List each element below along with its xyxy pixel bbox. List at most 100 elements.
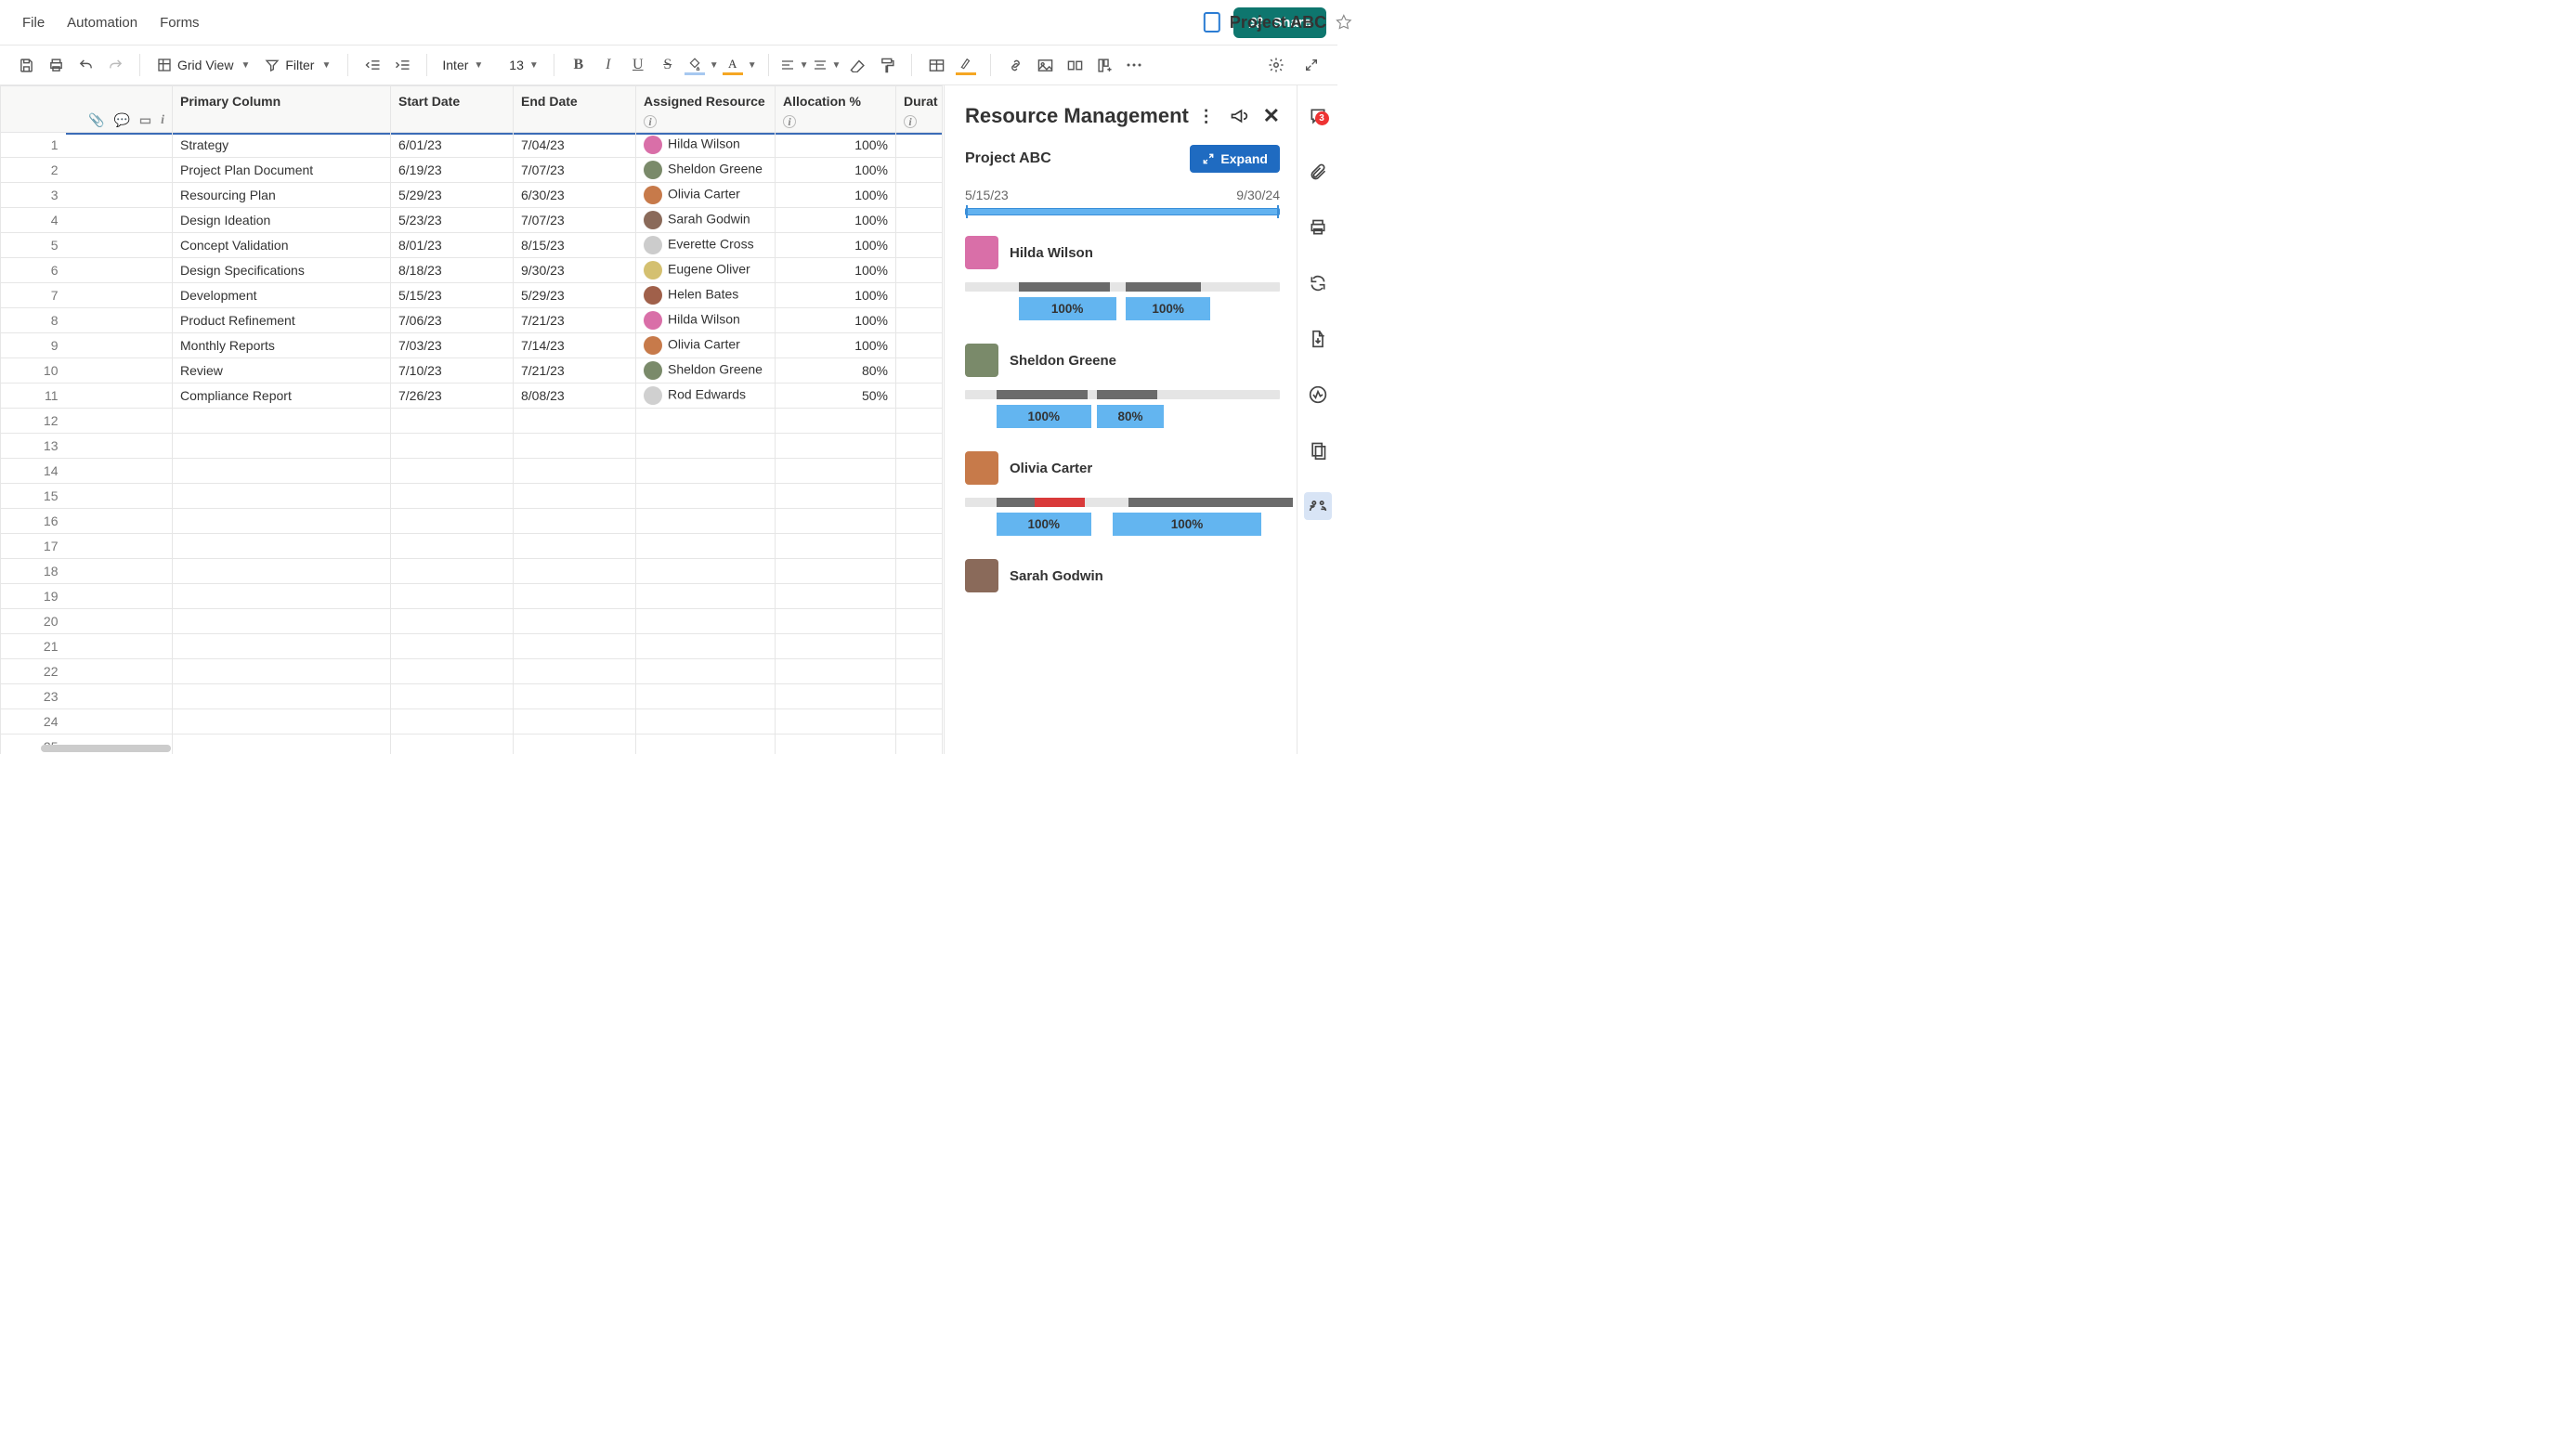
table-row[interactable]: 1 Strategy 6/01/23 7/04/23 Hilda Wilson … [1, 133, 943, 158]
comments-icon[interactable]: 3 [1304, 102, 1332, 130]
doc-title[interactable]: Project ABC [1230, 13, 1326, 32]
bold-icon[interactable]: B [566, 52, 592, 78]
refresh-icon[interactable] [1304, 269, 1332, 297]
comment-col-icon[interactable]: 💬 [113, 112, 129, 128]
expand-button[interactable]: Expand [1190, 145, 1280, 173]
attachments-icon[interactable] [1304, 158, 1332, 186]
format-paint-icon[interactable] [874, 52, 900, 78]
highlight-icon[interactable] [953, 52, 979, 78]
col-alloc[interactable]: Allocation %i [776, 86, 896, 133]
table-row[interactable]: 8 Product Refinement 7/06/23 7/21/23 Hil… [1, 308, 943, 333]
print-icon[interactable] [43, 52, 69, 78]
allocation-track [965, 282, 1280, 292]
align-v[interactable]: ▼ [813, 58, 841, 72]
fill-color[interactable]: ▼ [685, 55, 719, 75]
italic-icon[interactable]: I [595, 52, 621, 78]
font-size[interactable]: 13▼ [505, 56, 541, 74]
document-icon [1204, 12, 1220, 32]
outdent-icon[interactable] [359, 52, 385, 78]
menu-automation[interactable]: Automation [56, 9, 149, 36]
link-icon[interactable] [1002, 52, 1028, 78]
save-icon[interactable] [13, 52, 39, 78]
col-start[interactable]: Start Date [391, 86, 514, 133]
table-row[interactable]: 4 Design Ideation 5/23/23 7/07/23 Sarah … [1, 208, 943, 233]
table-row[interactable]: 22 [1, 659, 943, 684]
print-rail-icon[interactable] [1304, 214, 1332, 241]
table-row[interactable]: 19 [1, 584, 943, 609]
view-selector[interactable]: Grid View▼ [151, 54, 255, 76]
allocation-chip: 100% [1019, 297, 1116, 320]
panel-title: Resource Management [965, 104, 1198, 128]
resource-block: Sheldon Greene 100%80% [965, 344, 1280, 431]
text-color[interactable]: A▼ [723, 55, 757, 75]
table-row[interactable]: 9 Monthly Reports 7/03/23 7/14/23 Olivia… [1, 333, 943, 358]
menu-forms[interactable]: Forms [149, 9, 211, 36]
font-select[interactable]: Inter▼ [438, 56, 487, 74]
menu-bar: File Automation Forms Project ABC Share [0, 0, 1337, 45]
activity-icon[interactable] [1304, 381, 1332, 409]
table-row[interactable]: 15 [1, 484, 943, 509]
table-row[interactable]: 17 [1, 534, 943, 559]
info-i-icon[interactable]: i [161, 113, 164, 128]
col-end[interactable]: End Date [514, 86, 636, 133]
table-row[interactable]: 3 Resourcing Plan 5/29/23 6/30/23 Olivia… [1, 183, 943, 208]
star-icon[interactable] [1336, 14, 1352, 31]
resource-icon[interactable] [1304, 492, 1332, 520]
table-row[interactable]: 12 [1, 409, 943, 434]
allocation-chip: 100% [997, 405, 1091, 428]
cell-format-icon[interactable] [923, 52, 949, 78]
underline-icon[interactable]: U [625, 52, 651, 78]
table-row[interactable]: 14 [1, 459, 943, 484]
table-row[interactable]: 2 Project Plan Document 6/19/23 7/07/23 … [1, 158, 943, 183]
avatar [965, 236, 998, 269]
redo-icon[interactable] [102, 52, 128, 78]
table-row[interactable]: 6 Design Specifications 8/18/23 9/30/23 … [1, 258, 943, 283]
export-icon[interactable] [1304, 325, 1332, 353]
close-icon[interactable]: ✕ [1263, 104, 1280, 128]
panel-project: Project ABC [965, 150, 1190, 167]
toolbar: Grid View▼ Filter▼ Inter▼ 13▼ B I U S ▼ … [0, 45, 1337, 85]
strike-icon[interactable]: S [655, 52, 681, 78]
allocation-chip: 100% [997, 513, 1091, 536]
clipboard-icon[interactable] [1304, 436, 1332, 464]
resource-block: Sarah Godwin [965, 559, 1280, 592]
table-row[interactable]: 18 [1, 559, 943, 584]
column-icon[interactable] [1091, 52, 1117, 78]
indent-icon[interactable] [389, 52, 415, 78]
image-icon[interactable] [1032, 52, 1058, 78]
insert-icon[interactable] [1062, 52, 1088, 78]
settings-icon[interactable] [1263, 52, 1289, 78]
table-row[interactable]: 23 [1, 684, 943, 709]
grid[interactable]: 📎 💬 ▭ i Primary Column Start Date End Da… [0, 85, 944, 754]
col-duration[interactable]: Durati [896, 86, 943, 133]
col-assigned[interactable]: Assigned Resourcei [636, 86, 776, 133]
table-row[interactable]: 7 Development 5/15/23 5/29/23 Helen Bate… [1, 283, 943, 308]
table-row[interactable]: 24 [1, 709, 943, 734]
horizontal-scrollbar[interactable] [41, 745, 171, 752]
align-h[interactable]: ▼ [780, 58, 809, 72]
row-info-icon[interactable]: ▭ [139, 112, 151, 128]
avatar [965, 451, 998, 485]
table-row[interactable]: 10 Review 7/10/23 7/21/23 Sheldon Greene… [1, 358, 943, 384]
attachment-icon[interactable]: 📎 [88, 112, 104, 128]
header-row: 📎 💬 ▭ i Primary Column Start Date End Da… [1, 86, 943, 133]
menu-file[interactable]: File [11, 9, 56, 36]
table-row[interactable]: 11 Compliance Report 7/26/23 8/08/23 Rod… [1, 384, 943, 409]
table-row[interactable]: 21 [1, 634, 943, 659]
date-range-bar[interactable] [965, 208, 1280, 215]
panel-more-icon[interactable]: ⋮ [1198, 107, 1215, 126]
filter-button[interactable]: Filter▼ [259, 54, 336, 76]
allocation-chip: 100% [1113, 513, 1260, 536]
expand-icon[interactable] [1298, 52, 1324, 78]
more-icon[interactable] [1121, 52, 1147, 78]
erase-icon[interactable] [844, 52, 870, 78]
resource-name: Hilda Wilson [1010, 245, 1093, 261]
announce-icon[interactable] [1230, 108, 1248, 124]
col-primary[interactable]: Primary Column [173, 86, 391, 133]
table-row[interactable]: 5 Concept Validation 8/01/23 8/15/23 Eve… [1, 233, 943, 258]
table-row[interactable]: 13 [1, 434, 943, 459]
table-row[interactable]: 20 [1, 609, 943, 634]
allocation-chip: 80% [1097, 405, 1163, 428]
table-row[interactable]: 16 [1, 509, 943, 534]
undo-icon[interactable] [72, 52, 98, 78]
